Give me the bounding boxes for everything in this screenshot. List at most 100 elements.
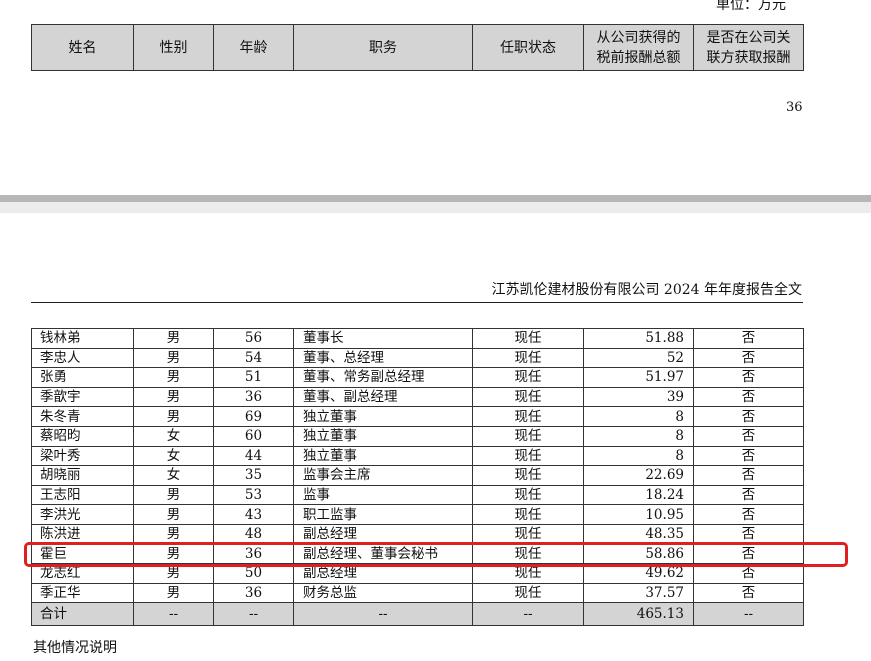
row-related: 否 — [693, 465, 804, 486]
row-position: 董事、常务副总经理 — [293, 367, 473, 388]
page-gap — [0, 202, 871, 213]
row-position: 董事长 — [293, 328, 473, 349]
row-pay: 52 — [583, 347, 694, 369]
row-name: 季歆宇 — [31, 386, 134, 408]
row-gender: 男 — [133, 347, 214, 369]
row-status: 现任 — [472, 406, 584, 427]
header-related: 是否在公司关 联方获取报酬 — [693, 24, 804, 71]
row-position: 独立董事 — [293, 406, 473, 427]
row-name: 梁叶秀 — [31, 445, 134, 467]
row-related: 否 — [693, 328, 804, 349]
row-pay: 39 — [583, 386, 694, 408]
table-row: 王志阳男 53 监事 现任 18.24 否 — [31, 484, 804, 506]
row-position: 独立董事 — [293, 445, 473, 467]
other-notes-heading: 其他情况说明 — [33, 640, 117, 656]
row-status: 现任 — [472, 465, 584, 486]
row-age: 56 — [213, 328, 294, 349]
row-age: 53 — [213, 484, 294, 506]
row-pay: 18.24 — [583, 484, 694, 506]
row-gender: 女 — [133, 425, 214, 447]
row-name: 季正华 — [31, 582, 134, 604]
row-name: 朱冬青 — [31, 406, 134, 427]
row-related: 否 — [693, 582, 804, 604]
table-row: 朱冬青男 69 独立董事 现任 8 否 — [31, 406, 804, 427]
row-related: 否 — [693, 425, 804, 447]
row-position: 财务总监 — [293, 582, 473, 604]
header-gender: 性别 — [133, 24, 214, 71]
row-age: 44 — [213, 445, 294, 467]
row-position: 监事 — [293, 484, 473, 506]
table-row: 钱林弟男 56 董事长 现任 51.88 否 — [31, 328, 804, 349]
header-pay-line2: 税前报酬总额 — [596, 49, 681, 66]
row-status: 现任 — [472, 445, 584, 467]
compensation-table-header: 姓名 性别 年龄 职务 任职状态 从公司获得的 税前报酬总额 是否在公司关 联方… — [31, 24, 804, 71]
row-related: 否 — [693, 406, 804, 427]
row-related: 否 — [693, 386, 804, 408]
row-related: 否 — [693, 347, 804, 369]
row-related: 否 — [693, 484, 804, 506]
table-row: 李洪光男 43 职工监事 现任 10.95 否 — [31, 504, 804, 525]
row-position: 董事、副总经理 — [293, 386, 473, 408]
row-gender: 男 — [133, 582, 214, 604]
row-position: 职工监事 — [293, 504, 473, 525]
total-status: -- — [472, 602, 584, 627]
total-position: -- — [293, 602, 473, 627]
row-age: 36 — [213, 582, 294, 604]
header-pay-line1: 从公司获得的 — [596, 29, 681, 46]
total-row: 合计 -- -- -- -- 465.13 -- — [31, 602, 804, 627]
header-age: 年龄 — [213, 24, 294, 71]
table-row: 季歆宇男 36 董事、副总经理 现任 39 否 — [31, 386, 804, 408]
header-rule — [31, 302, 803, 303]
row-related: 否 — [693, 504, 804, 525]
row-status: 现任 — [472, 347, 584, 369]
row-pay: 37.57 — [583, 582, 694, 604]
row-name: 李洪光 — [31, 504, 134, 525]
row-status: 现任 — [472, 367, 584, 388]
total-age: -- — [213, 602, 294, 627]
row-gender: 男 — [133, 328, 214, 349]
table-row: 胡晓丽女 35 监事会主席 现任 22.69 否 — [31, 465, 804, 486]
table-row: 梁叶秀女 44 独立董事 现任 8 否 — [31, 445, 804, 467]
highlight-box — [24, 542, 848, 567]
row-pay: 8 — [583, 406, 694, 427]
row-pay: 8 — [583, 425, 694, 447]
row-age: 35 — [213, 465, 294, 486]
header-name: 姓名 — [31, 24, 134, 71]
header-position: 职务 — [293, 24, 473, 71]
row-age: 36 — [213, 386, 294, 408]
total-related: -- — [693, 602, 804, 627]
row-gender: 女 — [133, 465, 214, 486]
total-pay: 465.13 — [583, 602, 694, 627]
row-age: 60 — [213, 425, 294, 447]
row-pay: 51.97 — [583, 367, 694, 388]
header-status: 任职状态 — [472, 24, 584, 71]
row-name: 胡晓丽 — [31, 465, 134, 486]
row-status: 现任 — [472, 425, 584, 447]
row-status: 现任 — [472, 386, 584, 408]
table-row: 蔡昭昀女 60 独立董事 现任 8 否 — [31, 425, 804, 447]
row-status: 现任 — [472, 328, 584, 349]
table-row: 张勇男 51 董事、常务副总经理 现任 51.97 否 — [31, 367, 804, 388]
row-age: 43 — [213, 504, 294, 525]
page-separator — [0, 195, 871, 202]
row-pay: 22.69 — [583, 465, 694, 486]
header-related-line1: 是否在公司关 — [706, 29, 791, 46]
total-gender: -- — [133, 602, 214, 627]
unit-label: 单位：万元 — [716, 0, 786, 13]
row-position: 监事会主席 — [293, 465, 473, 486]
total-label: 合计 — [31, 602, 134, 627]
row-pay: 8 — [583, 445, 694, 467]
row-status: 现任 — [472, 582, 584, 604]
row-status: 现任 — [472, 504, 584, 525]
compensation-table-body: 钱林弟男 56 董事长 现任 51.88 否李忠人男 54 董事、总经理 现任 52 否张勇男 51 董… — [31, 328, 804, 627]
document-header: 江苏凯伦建材股份有限公司 2024 年年度报告全文 — [491, 282, 802, 298]
row-status: 现任 — [472, 484, 584, 506]
row-age: 69 — [213, 406, 294, 427]
row-pay: 51.88 — [583, 328, 694, 349]
row-gender: 男 — [133, 484, 214, 506]
row-gender: 男 — [133, 406, 214, 427]
row-related: 否 — [693, 367, 804, 388]
row-name: 张勇 — [31, 367, 134, 388]
row-name: 李忠人 — [31, 347, 134, 369]
page-number: 36 — [786, 100, 803, 115]
